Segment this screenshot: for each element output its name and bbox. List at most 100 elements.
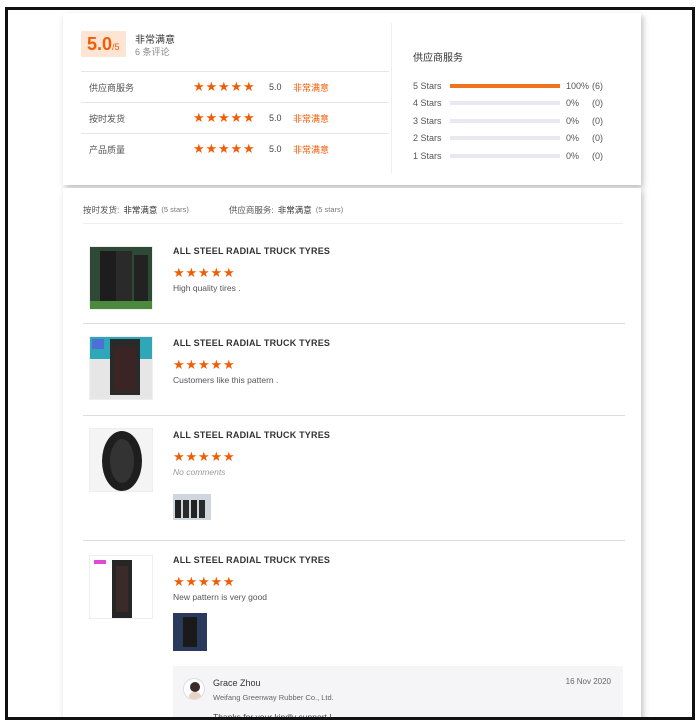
tire-image [90,247,152,309]
tire-photo-image [173,613,207,651]
overall-score-suffix: /5 [112,42,120,52]
review-product-title[interactable]: ALL STEEL RADIAL TRUCK TYRES [173,338,330,348]
star-icon: ★ [223,265,235,280]
product-thumbnail[interactable] [89,428,153,492]
review-meta-bar: 按时发货: 非常满意 (5 stars) 供应商服务: 非常满意 (5 star… [83,196,623,224]
distribution-percent: 0% [566,150,580,161]
shipping-label: 按时发货: [83,204,120,215]
distribution-bar [450,83,560,88]
star-icon: ★ [243,79,255,94]
review-product-title[interactable]: ALL STEEL RADIAL TRUCK TYRES [173,555,330,565]
star-icon: ★ [218,141,230,156]
star-icon: ★ [185,449,198,464]
star-icon: ★ [173,265,185,280]
rating-row-score: 5.0 [269,144,282,154]
star-icon: ★ [218,79,230,94]
distribution-label: 2 Stars [413,133,442,144]
distribution-percent: 100% [566,80,590,91]
reply-author-name: Grace Zhou [213,678,261,688]
review-item: ALL STEEL RADIAL TRUCK TYRES ★★★★★ No co… [83,416,625,541]
distribution-count: (0) [592,133,603,144]
review-text: Customers like this pattern . [173,375,279,385]
star-icon: ★ [173,357,185,372]
distribution-row[interactable]: 1 Stars 0% (0) [413,147,623,165]
reviews-list-card: 按时发货: 非常满意 (5 stars) 供应商服务: 非常满意 (5 star… [63,188,641,720]
star-rating: ★★★★★ [193,79,269,94]
star-rating: ★★★★★ [193,141,269,156]
service-stars: (5 stars) [315,205,344,214]
distribution-bar [450,118,560,123]
product-thumbnail[interactable] [89,336,153,400]
star-icon: ★ [198,449,210,464]
overall-rating-title: 非常满意 [135,35,175,46]
rating-row-label: 按时发货 [89,113,126,124]
summary-divider [391,23,392,173]
distribution-label: 4 Stars [413,98,442,109]
star-icon: ★ [185,265,198,280]
distribution-label: 1 Stars [413,150,442,161]
distribution-count: (0) [592,150,603,161]
review-product-title[interactable]: ALL STEEL RADIAL TRUCK TYRES [173,430,330,440]
star-icon: ★ [185,357,198,372]
tire-image [90,429,152,491]
review-text: No comments [173,467,226,477]
rating-row-text: 非常满意 [293,144,330,155]
distribution-label: 5 Stars [413,80,442,91]
star-rating: ★★★★★ [193,110,269,125]
distribution-bar-fill [450,83,560,88]
service-value: 非常满意 [277,204,312,215]
distribution-row[interactable]: 3 Stars 0% (0) [413,112,623,130]
product-thumbnail[interactable] [89,246,153,310]
rating-row-text: 非常满意 [293,82,330,93]
distribution-bar [450,153,560,158]
star-icon: ★ [205,141,218,156]
rating-row-quality: 产品质量 ★★★★★ 5.0 非常满意 [81,133,389,164]
star-icon: ★ [218,110,230,125]
review-product-title[interactable]: ALL STEEL RADIAL TRUCK TYRES [173,246,330,256]
star-icon: ★ [210,449,223,464]
rating-breakdown-table: 供应商服务 ★★★★★ 5.0 非常满意 按时发货 ★★★★★ 5.0 非常满意… [81,71,389,164]
review-star-rating: ★★★★★ [173,573,236,591]
distribution-count: (6) [592,80,603,91]
star-icon: ★ [223,574,235,589]
star-icon: ★ [243,141,255,156]
reply-date: 16 Nov 2020 [565,677,611,686]
star-icon: ★ [210,357,223,372]
rating-row-shipping: 按时发货 ★★★★★ 5.0 非常满意 [81,102,389,133]
star-icon: ★ [198,357,210,372]
distribution-count: (0) [592,98,603,109]
rating-row-score: 5.0 [269,82,282,92]
star-icon: ★ [210,574,223,589]
star-icon: ★ [230,110,243,125]
star-icon: ★ [193,110,205,125]
distribution-percent: 0% [566,98,580,109]
reply-message: Thanks for your kindly support ! [213,712,332,720]
star-icon: ★ [198,574,210,589]
review-count: 6 条评论 [135,47,170,57]
distribution-bar [450,136,560,141]
star-icon: ★ [193,79,205,94]
reply-company: Weifang Greenway Rubber Co., Ltd. [213,693,334,702]
star-icon: ★ [223,357,235,372]
review-text: New pattern is very good [173,592,268,602]
shipping-stars: (5 stars) [161,205,189,214]
distribution-count: (0) [592,115,603,126]
product-thumbnail[interactable] [89,555,153,619]
review-item: ALL STEEL RADIAL TRUCK TYRES ★★★★★ High … [83,232,625,324]
overall-score: 5.0 [87,34,113,54]
distribution-row[interactable]: 4 Stars 0% (0) [413,95,623,113]
review-photo[interactable] [173,613,207,651]
distribution-bar [450,101,560,106]
star-icon: ★ [185,574,198,589]
distribution-label: 3 Stars [413,115,442,126]
star-icon: ★ [230,141,243,156]
star-icon: ★ [243,110,255,125]
star-icon: ★ [198,265,210,280]
overall-score-badge: 5.0/5 [81,31,126,57]
distribution-row[interactable]: 5 Stars 100% (6) [413,77,623,95]
review-photo[interactable] [173,494,211,520]
distribution-percent: 0% [566,115,580,126]
rating-summary-card: 5.0/5 非常满意 6 条评论 供应商服务 ★★★★★ 5.0 非常满意 按时… [63,13,641,185]
distribution-row[interactable]: 2 Stars 0% (0) [413,130,623,148]
shipping-value: 非常满意 [123,204,158,215]
